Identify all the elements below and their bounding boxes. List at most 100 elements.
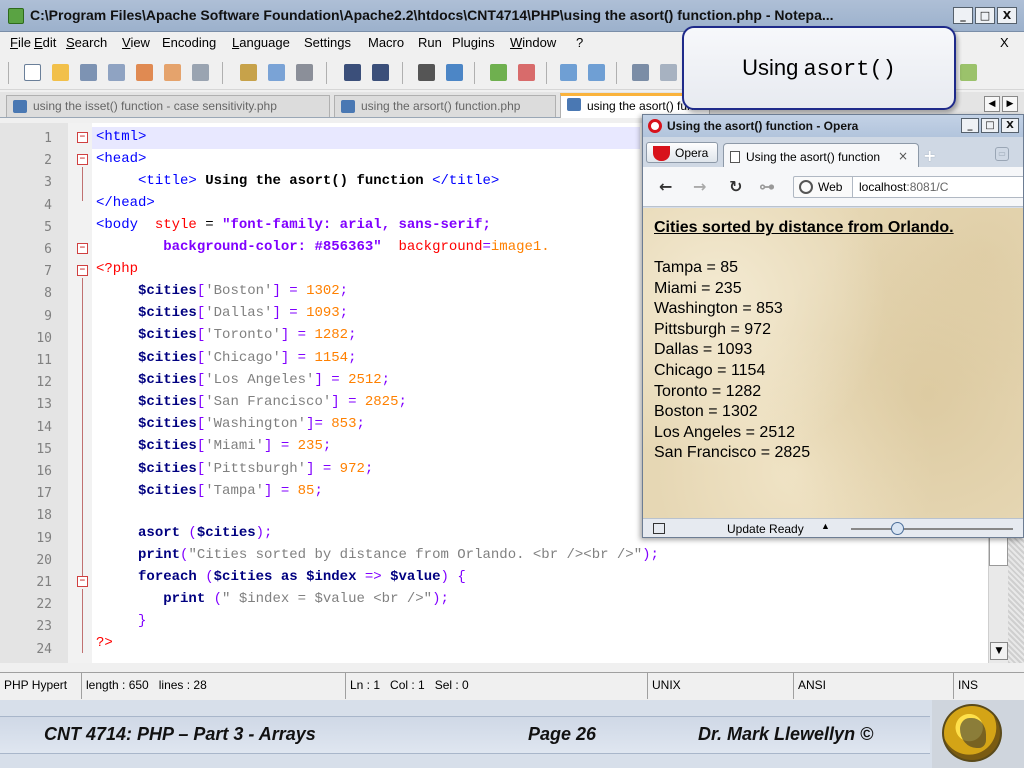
php-file-icon (567, 98, 581, 111)
menu-window[interactable]: Window (510, 35, 556, 50)
tab-scroll-left-icon[interactable]: ◀ (984, 96, 1000, 112)
save-all-icon[interactable] (108, 64, 125, 81)
opera-menu-button[interactable]: Opera (646, 142, 718, 163)
status-insert-mode: INS (958, 678, 979, 692)
fold-line (82, 278, 83, 582)
menu-close-doc[interactable]: X (1000, 35, 1009, 50)
scroll-down-icon[interactable]: ▼ (990, 642, 1008, 660)
zoom-slider-handle[interactable] (891, 522, 904, 535)
sync-vertical-icon[interactable] (560, 64, 577, 81)
npp-window-title: C:\Program Files\Apache Software Foundat… (30, 7, 834, 23)
address-bar[interactable]: localhost:8081/C (852, 176, 1023, 198)
opera-minimize-button[interactable]: _ (961, 118, 979, 133)
line-number: 4 (44, 197, 52, 213)
line-number: 16 (36, 464, 52, 479)
save-icon[interactable] (80, 64, 97, 81)
fold-toggle-icon[interactable]: − (77, 132, 88, 143)
panel-toggle-icon[interactable] (653, 523, 665, 534)
zoom-in-icon[interactable] (490, 64, 507, 81)
npp-maximize-button[interactable]: □ (975, 7, 995, 24)
tab-close-icon[interactable]: × (898, 149, 908, 163)
close-all-icon[interactable] (164, 64, 181, 81)
sorted-city-list: Tampa = 85 Miami = 235 Washington = 853 Pit… (654, 258, 1023, 464)
menu-file[interactable]: File (10, 35, 31, 50)
copy-icon[interactable] (268, 64, 285, 81)
line-number: 5 (44, 219, 52, 235)
update-arrow-icon[interactable]: ▲ (821, 521, 830, 531)
word-wrap-icon[interactable] (632, 64, 649, 81)
menu-language[interactable]: Language (232, 35, 290, 50)
find-icon[interactable] (418, 64, 435, 81)
update-status[interactable]: Update Ready (727, 522, 804, 536)
replace-icon[interactable] (446, 64, 463, 81)
tab-label: using the arsort() function.php (361, 99, 521, 113)
code-line-3: <title> Using the asort() function </tit… (138, 173, 500, 189)
fold-toggle-icon[interactable]: − (77, 243, 88, 254)
menu-macro[interactable]: Macro (368, 35, 404, 50)
reload-icon[interactable]: ↻ (729, 177, 742, 196)
toolbar-separator (222, 62, 223, 84)
current-line-highlight (92, 127, 640, 149)
paste-icon[interactable] (296, 64, 313, 81)
opera-logo-icon (648, 119, 662, 133)
line-number: 7 (44, 264, 52, 280)
globe-icon (799, 180, 813, 194)
callout-code: asort() (803, 57, 896, 82)
menu-view[interactable]: View (122, 35, 150, 50)
fold-toggle-icon[interactable]: − (77, 576, 88, 587)
line-number: 19 (36, 530, 52, 546)
fold-toggle-icon[interactable]: − (77, 265, 88, 276)
zoom-slider-track[interactable] (851, 528, 1013, 530)
fold-toggle-icon[interactable]: − (77, 154, 88, 165)
npp-status-bar: PHP Hypert length : 650 lines : 28 Ln : … (0, 672, 1024, 699)
opera-tab-asort[interactable]: Using the asort() function × (723, 143, 919, 167)
line-number: 22 (36, 597, 52, 613)
npp-minimize-button[interactable]: _ (953, 7, 973, 24)
toolbar-separator (474, 62, 475, 84)
undo-icon[interactable] (344, 64, 361, 81)
sync-horizontal-icon[interactable] (588, 64, 605, 81)
line-number: 3 (44, 175, 52, 191)
open-file-icon[interactable] (52, 64, 69, 81)
close-file-icon[interactable] (136, 64, 153, 81)
print-icon[interactable] (192, 64, 209, 81)
menu-search[interactable]: Search (66, 35, 107, 50)
back-icon[interactable]: ← (659, 177, 672, 196)
line-number: 17 (36, 486, 52, 502)
code-line-21: foreach ($cities as $index => $value) { (138, 569, 466, 585)
menu-settings[interactable]: Settings (304, 35, 351, 50)
new-tab-icon[interactable]: + (923, 146, 936, 165)
spell-check-icon[interactable] (960, 64, 977, 81)
opera-title-bar[interactable]: Using the asort() function - Opera _ □ X (643, 115, 1023, 137)
line-number: 12 (36, 375, 52, 391)
tab-scroll-right-icon[interactable]: ▶ (1002, 96, 1018, 112)
npp-close-button[interactable]: X (997, 7, 1017, 24)
redo-icon[interactable] (372, 64, 389, 81)
menu-encoding[interactable]: Encoding (162, 35, 216, 50)
zoom-out-icon[interactable] (518, 64, 535, 81)
opera-maximize-button[interactable]: □ (981, 118, 999, 133)
web-label: Web (818, 180, 843, 194)
tab-arsort-function[interactable]: using the arsort() function.php (334, 95, 556, 117)
code-line-23: } (138, 613, 147, 629)
web-security-badge[interactable]: Web (793, 176, 853, 198)
key-icon[interactable]: ⊶ (759, 177, 775, 196)
line-number: 9 (44, 308, 52, 324)
show-all-chars-icon[interactable] (660, 64, 677, 81)
tab-isset-case-sensitivity[interactable]: using the isset() function - case sensit… (6, 95, 330, 117)
pegasus-seal-icon (942, 704, 1002, 762)
cut-icon[interactable] (240, 64, 257, 81)
toolbar-separator (402, 62, 403, 84)
menu-run[interactable]: Run (418, 35, 442, 50)
forward-icon[interactable]: → (693, 177, 706, 196)
menu-plugins[interactable]: Plugins (452, 35, 495, 50)
opera-close-button[interactable]: X (1001, 118, 1019, 133)
code-line-city: $cities['Chicago'] = 1154; (138, 349, 357, 366)
opera-navigation-bar: ← → ↻ ⊶ Web localhost:8081/C (643, 167, 1023, 207)
menu-help[interactable]: ? (576, 35, 583, 50)
closed-tabs-icon[interactable]: ▭ (995, 147, 1009, 161)
city-distance-row: Pittsburgh = 972 (654, 320, 771, 338)
new-file-icon[interactable] (24, 64, 41, 81)
menu-edit[interactable]: Edit (34, 35, 56, 50)
city-distance-row: San Francisco = 2825 (654, 444, 811, 462)
